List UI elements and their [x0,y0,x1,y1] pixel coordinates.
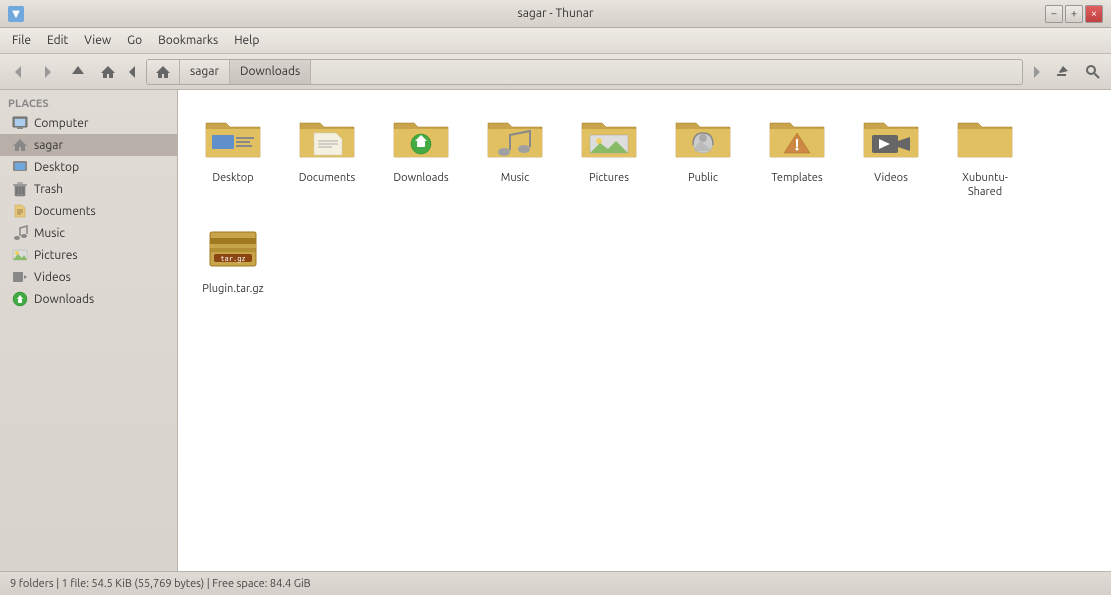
sidebar-label-desktop: Desktop [34,161,79,174]
file-area: Desktop Documents [178,90,1111,571]
sidebar-label-videos: Videos [34,271,71,284]
menu-item-menu-file[interactable]: File [4,32,39,49]
file-name-pictures: Pictures [589,171,629,185]
menu-item-menu-view[interactable]: View [76,32,119,49]
file-name-downloads: Downloads [393,171,448,185]
file-item-videos[interactable]: Videos [846,100,936,207]
computer-icon [12,115,28,131]
breadcrumb: sagar Downloads [146,59,1023,85]
sidebar-item-music[interactable]: Music [0,222,177,244]
file-icon-music [485,107,545,167]
file-item-plugin-tgz[interactable]: tar.gz Plugin.tar.gz [188,211,278,303]
titlebar-app-icon: ▼ [8,6,24,22]
file-icon-plugin-tgz: tar.gz [203,218,263,278]
sidebar-item-sagar[interactable]: sagar [0,134,177,156]
main-area: Places Computer sagar [0,90,1111,571]
file-name-plugin-tgz: Plugin.tar.gz [202,282,263,296]
svg-text:tar.gz: tar.gz [220,255,245,263]
file-icon-downloads [391,107,451,167]
minimize-button[interactable]: − [1045,5,1063,23]
file-name-xubuntu-shared: Xubuntu-Shared [945,171,1025,200]
edit-location-button[interactable] [1049,58,1077,86]
file-icon-desktop [203,107,263,167]
file-item-public[interactable]: Public [658,100,748,207]
sidebar-item-desktop[interactable]: Desktop [0,156,177,178]
file-item-xubuntu-shared[interactable]: Xubuntu-Shared [940,100,1030,207]
pictures-icon [12,247,28,263]
file-icon-videos [861,107,921,167]
music-icon [12,225,28,241]
sidebar-item-videos[interactable]: Videos [0,266,177,288]
sidebar-item-documents[interactable]: Documents [0,200,177,222]
file-item-desktop[interactable]: Desktop [188,100,278,207]
titlebar-title: sagar - Thunar [518,7,594,20]
videos-icon [12,269,28,285]
menubar: FileEditViewGoBookmarksHelp [0,28,1111,54]
sidebar-item-trash[interactable]: Trash [0,178,177,200]
sidebar-item-computer[interactable]: Computer [0,112,177,134]
file-item-music[interactable]: Music [470,100,560,207]
sidebar-label-music: Music [34,227,65,240]
file-icon-xubuntu-shared [955,107,1015,167]
file-icon-templates [767,107,827,167]
sidebar-section-label: Places [0,94,177,112]
breadcrumb-sagar[interactable]: sagar [180,60,230,84]
back-button[interactable] [4,58,32,86]
close-button[interactable]: × [1085,5,1103,23]
menu-item-menu-edit[interactable]: Edit [39,32,76,49]
trash-icon [12,181,28,197]
sidebar-item-downloads[interactable]: Downloads [0,288,177,310]
menu-item-menu-bookmarks[interactable]: Bookmarks [150,32,226,49]
file-grid: Desktop Documents [188,100,1101,303]
forward-button[interactable] [34,58,62,86]
breadcrumb-downloads[interactable]: Downloads [230,60,311,84]
sidebar: Places Computer sagar [0,90,178,571]
sidebar-label-sagar: sagar [34,139,63,152]
file-icon-documents [297,107,357,167]
file-name-music: Music [501,171,529,185]
breadcrumb-home-icon[interactable] [147,60,180,84]
documents-icon [12,203,28,219]
file-item-downloads[interactable]: Downloads [376,100,466,207]
menu-item-menu-go[interactable]: Go [119,32,150,49]
file-icon-pictures [579,107,639,167]
breadcrumb-nav-right[interactable] [1029,58,1045,86]
home-button[interactable] [94,58,122,86]
file-name-templates: Templates [771,171,822,185]
file-item-pictures[interactable]: Pictures [564,100,654,207]
breadcrumb-nav-left[interactable] [124,58,140,86]
desktop-sidebar-icon [12,159,28,175]
search-button[interactable] [1079,58,1107,86]
maximize-button[interactable]: + [1065,5,1083,23]
file-name-videos: Videos [874,171,908,185]
file-item-templates[interactable]: Templates [752,100,842,207]
downloads-icon [12,291,28,307]
home-sidebar-icon [12,137,28,153]
statusbar: 9 folders | 1 file: 54.5 KiB (55,769 byt… [0,571,1111,595]
toolbar: sagar Downloads [0,54,1111,90]
sidebar-label-documents: Documents [34,205,96,218]
sidebar-item-pictures[interactable]: Pictures [0,244,177,266]
menu-item-menu-help[interactable]: Help [226,32,267,49]
file-name-public: Public [688,171,718,185]
file-item-documents[interactable]: Documents [282,100,372,207]
sidebar-label-computer: Computer [34,117,88,130]
file-icon-public [673,107,733,167]
sidebar-label-downloads: Downloads [34,293,94,306]
up-button[interactable] [64,58,92,86]
status-text: 9 folders | 1 file: 54.5 KiB (55,769 byt… [10,578,311,590]
titlebar: ▼ sagar - Thunar − + × [0,0,1111,28]
file-name-desktop: Desktop [212,171,253,185]
sidebar-label-pictures: Pictures [34,249,78,262]
sidebar-label-trash: Trash [34,183,63,196]
file-name-documents: Documents [299,171,356,185]
